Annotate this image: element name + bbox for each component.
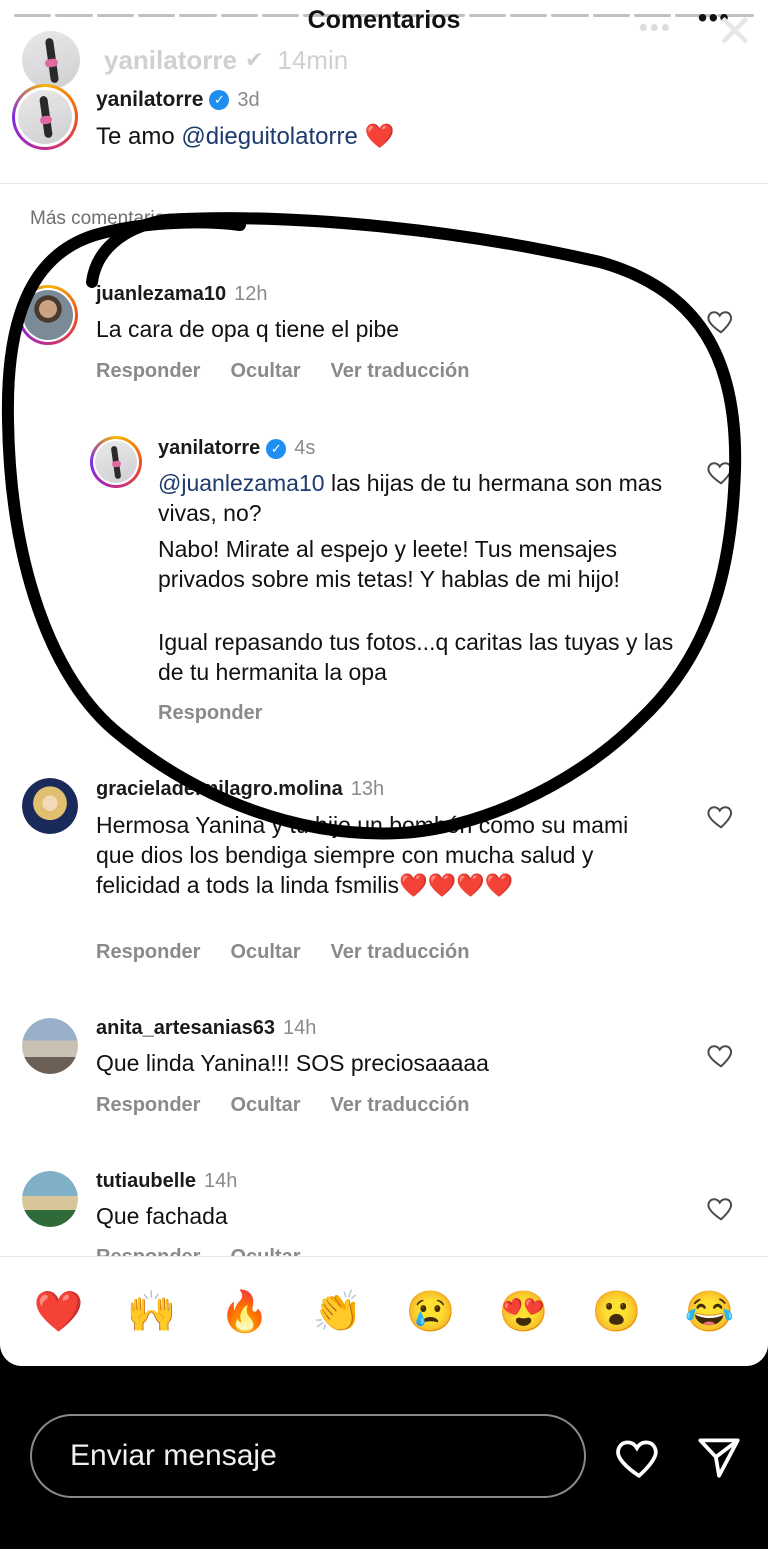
comment-time: 13h bbox=[350, 778, 385, 800]
comment-avatar[interactable] bbox=[18, 285, 78, 345]
verified-icon: ✔ bbox=[244, 47, 264, 72]
emoji-heart-eyes[interactable]: 😍 bbox=[494, 1288, 554, 1335]
verified-icon: ✓ bbox=[266, 438, 287, 459]
heart-outline-icon[interactable] bbox=[706, 1040, 736, 1070]
caption-mention[interactable]: @dieguitolatorre bbox=[181, 123, 357, 150]
comment-username[interactable]: juanlezama10 bbox=[96, 283, 226, 306]
hide-button[interactable]: Ocultar bbox=[230, 1094, 300, 1117]
translate-button[interactable]: Ver traducción bbox=[331, 1094, 470, 1117]
comments-sheet: Comentarios ••• yanilatorre ✔ 14min ••• … bbox=[0, 0, 768, 1366]
story-avatar[interactable] bbox=[22, 31, 80, 89]
comment-text: Que fachada bbox=[96, 1203, 228, 1229]
comment-text: Que linda Yanina!!! SOS preciosaaaaa bbox=[96, 1050, 489, 1076]
comment-meta: gracieladelmilagro.molina 13h bbox=[96, 778, 384, 801]
comment-time: 14h bbox=[204, 1170, 238, 1192]
translate-button[interactable]: Ver traducción bbox=[331, 360, 470, 383]
reply-time: 4s bbox=[294, 437, 316, 459]
story-username[interactable]: yanilatorre bbox=[104, 45, 237, 76]
send-message-input[interactable] bbox=[30, 1414, 586, 1498]
post-caption: yanilatorre ✓ 3d Te amo @dieguitolatorre… bbox=[12, 84, 748, 151]
heart-outline-icon[interactable] bbox=[706, 457, 736, 487]
comment-meta: anita_artesanias63 14h bbox=[96, 1017, 316, 1040]
reply-username[interactable]: yanilatorre bbox=[158, 437, 260, 460]
emoji-surprised[interactable]: 😮 bbox=[587, 1288, 647, 1335]
heart-outline-icon[interactable] bbox=[706, 306, 736, 336]
comment-meta: juanlezama10 12h bbox=[96, 283, 267, 306]
comment-text: La cara de opa q tiene el pibe bbox=[96, 316, 400, 342]
close-icon[interactable]: ✕ bbox=[715, 8, 754, 54]
comment-avatar[interactable] bbox=[22, 1171, 78, 1227]
comment-meta: tutiaubelle 14h bbox=[96, 1170, 237, 1193]
caption-avatar[interactable] bbox=[12, 84, 78, 150]
emoji-heart[interactable]: ❤️ bbox=[29, 1288, 89, 1335]
story-time: 14min bbox=[277, 44, 349, 75]
emoji-fire[interactable]: 🔥 bbox=[215, 1288, 275, 1335]
reply-actions: Responder bbox=[158, 702, 262, 725]
reply-text-3: Igual repasando tus fotos...q caritas la… bbox=[158, 629, 674, 685]
reply-mention[interactable]: @juanlezama10 bbox=[158, 470, 325, 496]
reply-meta: yanilatorre ✓ 4s bbox=[158, 437, 315, 460]
caption-text: Te amo @dieguitolatorre ❤️ bbox=[96, 123, 395, 150]
emoji-crying[interactable]: 😢 bbox=[401, 1288, 461, 1335]
comment-username[interactable]: tutiaubelle bbox=[96, 1170, 196, 1193]
reply-text-1: @juanlezama10 las hijas de tu hermana so… bbox=[158, 470, 663, 526]
hide-button[interactable]: Ocultar bbox=[230, 941, 300, 964]
emoji-raised-hands[interactable]: 🙌 bbox=[122, 1288, 182, 1335]
like-story-heart-icon[interactable] bbox=[614, 1432, 664, 1482]
reply-button[interactable]: Responder bbox=[96, 941, 200, 964]
reply-avatar[interactable] bbox=[90, 436, 142, 488]
heart-outline-icon[interactable] bbox=[706, 801, 736, 831]
emoji-clap[interactable]: 👏 bbox=[308, 1288, 368, 1335]
heart-emoji: ❤️ bbox=[364, 123, 395, 150]
emoji-laughing[interactable]: 😂 bbox=[680, 1288, 740, 1335]
reply-button[interactable]: Responder bbox=[158, 702, 262, 725]
reply-text-2: Nabo! Mirate al espejo y leete! Tus mens… bbox=[158, 536, 620, 592]
heart-outline-icon[interactable] bbox=[706, 1193, 736, 1223]
send-icon[interactable] bbox=[694, 1432, 744, 1482]
comment-username[interactable]: anita_artesanias63 bbox=[96, 1017, 275, 1040]
comment-actions: Responder Ocultar Ver traducción bbox=[96, 941, 469, 964]
reply-button[interactable]: Responder bbox=[96, 1094, 200, 1117]
hide-button[interactable]: Ocultar bbox=[230, 360, 300, 383]
divider bbox=[0, 183, 768, 184]
emoji-reaction-bar: ❤️ 🙌 🔥 👏 😢 😍 😮 😂 bbox=[0, 1256, 768, 1366]
comment-actions: Responder Ocultar Ver traducción bbox=[96, 1094, 469, 1117]
comment-username[interactable]: gracieladelmilagro.molina bbox=[96, 778, 343, 801]
comment-avatar[interactable] bbox=[22, 778, 78, 834]
reply-button[interactable]: Responder bbox=[96, 360, 200, 383]
caption-username[interactable]: yanilatorre bbox=[96, 88, 203, 112]
story-options-icon[interactable]: ••• bbox=[639, 12, 672, 43]
caption-time: 3d bbox=[237, 88, 260, 111]
comment-time: 14h bbox=[283, 1017, 317, 1039]
more-comments-link[interactable]: Más comentarios bbox=[30, 208, 175, 230]
verified-icon: ✓ bbox=[209, 90, 230, 110]
comment-time: 12h bbox=[234, 283, 268, 305]
comment-avatar[interactable] bbox=[22, 1018, 78, 1074]
comment-text: Hermosa Yanina y tu hijo un bombón como … bbox=[96, 812, 629, 898]
translate-button[interactable]: Ver traducción bbox=[331, 941, 470, 964]
comment-actions: Responder Ocultar Ver traducción bbox=[96, 360, 469, 383]
